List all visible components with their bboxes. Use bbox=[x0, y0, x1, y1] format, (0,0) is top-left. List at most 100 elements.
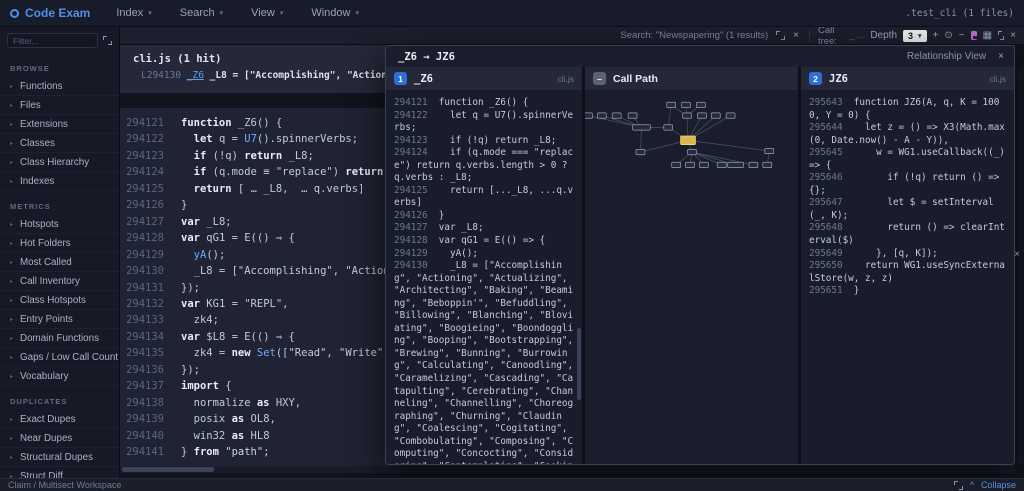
call-node[interactable] bbox=[688, 149, 697, 154]
collapse-button[interactable]: Collapse bbox=[981, 480, 1016, 490]
grid-icon[interactable]: ▦ bbox=[983, 31, 992, 41]
code-token: as bbox=[257, 397, 276, 409]
call-node[interactable] bbox=[696, 102, 705, 107]
right-scroll-track[interactable] bbox=[1017, 66, 1024, 464]
sidebar-item-domain-functions[interactable]: ▸Domain Functions bbox=[0, 329, 119, 348]
sidebar-item-indexes[interactable]: ▸Indexes bbox=[0, 172, 119, 191]
call-node[interactable] bbox=[749, 162, 758, 167]
call-node-highlighted[interactable] bbox=[681, 136, 696, 145]
code-token: new bbox=[232, 347, 257, 359]
editor-horizontal-scrollbar[interactable] bbox=[120, 466, 1015, 473]
result-function-link[interactable]: _Z6 bbox=[187, 70, 204, 81]
call-node[interactable] bbox=[672, 162, 681, 167]
close-search-icon[interactable]: × bbox=[793, 31, 799, 41]
pane-line-number: 295650 bbox=[809, 260, 854, 271]
sidebar-item-classes[interactable]: ▸Classes bbox=[0, 134, 119, 153]
sidebar-item-hot-folders[interactable]: ▸Hot Folders bbox=[0, 234, 119, 253]
caret-down-icon: ▾ bbox=[280, 9, 284, 17]
menu-index[interactable]: Index ▾ bbox=[116, 7, 151, 19]
filter-input[interactable] bbox=[7, 33, 98, 48]
call-node[interactable] bbox=[699, 162, 708, 167]
pane-line-number: 294121 bbox=[394, 97, 439, 108]
call-node[interactable] bbox=[711, 113, 720, 118]
call-node[interactable] bbox=[664, 125, 673, 130]
sidebar-section-title-browse: BROWSE bbox=[10, 64, 119, 73]
line-code: let q = U7().spinnerVerbs; bbox=[181, 131, 358, 147]
call-node[interactable] bbox=[726, 113, 735, 118]
sidebar-section-title-metrics: METRICS bbox=[10, 202, 119, 211]
call-node[interactable] bbox=[765, 148, 774, 153]
scrollbar-thumb[interactable] bbox=[122, 467, 214, 472]
call-node[interactable] bbox=[697, 113, 706, 118]
callpath-header[interactable]: – Call Path bbox=[585, 67, 798, 90]
relationship-columns: 1 _Z6 cli.js 294121 function _Z6() {2941… bbox=[386, 67, 1014, 464]
call-node[interactable] bbox=[585, 113, 592, 118]
sidebar-item-vocabulary[interactable]: ▸Vocabulary bbox=[0, 367, 119, 386]
call-node[interactable] bbox=[597, 113, 606, 118]
save-icon[interactable] bbox=[971, 31, 977, 40]
sidebar-item-hotspots[interactable]: ▸Hotspots bbox=[0, 215, 119, 234]
pane2-body[interactable]: 295643 function JZ6(A, q, K = 1000, Y = … bbox=[801, 90, 1014, 464]
zoom-out-icon[interactable]: − bbox=[959, 31, 965, 41]
call-node[interactable] bbox=[763, 162, 772, 167]
call-node[interactable] bbox=[683, 113, 692, 118]
line-number: 294135 bbox=[120, 345, 164, 361]
target-icon[interactable]: ⊙ bbox=[944, 31, 952, 41]
line-number: 294127 bbox=[120, 214, 164, 230]
zoom-in-icon[interactable]: + bbox=[933, 31, 939, 41]
pane2-header[interactable]: 2 JZ6 cli.js bbox=[801, 67, 1014, 90]
hidden-panel-close-icon[interactable]: × bbox=[1014, 249, 1020, 260]
sidebar-item-label: Near Dupes bbox=[20, 433, 72, 444]
callpath-body[interactable] bbox=[585, 90, 798, 464]
call-node[interactable] bbox=[717, 162, 726, 167]
workspace-status-label: Claim / Multisect Workspace bbox=[0, 480, 121, 490]
sidebar-item-most-called[interactable]: ▸Most Called bbox=[0, 253, 119, 272]
sidebar-item-struct-diff[interactable]: ▸Struct Diff bbox=[0, 467, 119, 478]
line-number: 294141 bbox=[120, 444, 164, 460]
sidebar-item-structural-dupes[interactable]: ▸Structural Dupes bbox=[0, 448, 119, 467]
pane-code-line: 294122 let q = U7().spinnerVerbs; bbox=[394, 110, 574, 135]
chevron-icon: ▸ bbox=[10, 83, 13, 90]
sidebar-item-functions[interactable]: ▸Functions bbox=[0, 77, 119, 96]
pane-line-number: 295647 bbox=[809, 197, 854, 208]
call-node[interactable] bbox=[636, 149, 645, 154]
pane1-body[interactable]: 294121 function _Z6() {294122 let q = U7… bbox=[386, 90, 582, 464]
call-path-graph[interactable] bbox=[585, 92, 798, 210]
chevron-icon: ▸ bbox=[10, 278, 13, 285]
sidebar-item-files[interactable]: ▸Files bbox=[0, 96, 119, 115]
close-calltree-icon[interactable]: × bbox=[1010, 31, 1016, 41]
call-node[interactable] bbox=[682, 102, 691, 107]
menu-window[interactable]: Window ▾ bbox=[311, 7, 359, 19]
pane1-scrollbar-thumb[interactable] bbox=[577, 328, 581, 400]
depth-select[interactable]: 3 ▾ bbox=[903, 30, 927, 42]
code-token: _L8; bbox=[289, 150, 314, 162]
sidebar-item-exact-dupes[interactable]: ▸Exact Dupes bbox=[0, 410, 119, 429]
call-node[interactable] bbox=[633, 125, 651, 130]
sidebar-item-entry-points[interactable]: ▸Entry Points bbox=[0, 310, 119, 329]
sidebar-item-near-dupes[interactable]: ▸Near Dupes bbox=[0, 429, 119, 448]
code-token: zk4; bbox=[181, 314, 219, 326]
line-number: 294130 bbox=[120, 263, 164, 279]
chevron-icon: ▸ bbox=[10, 221, 13, 228]
menu-view[interactable]: View ▾ bbox=[251, 7, 283, 19]
relationship-titlebar[interactable]: _Z6 → JZ6 Relationship View × bbox=[386, 46, 1014, 67]
call-node[interactable] bbox=[628, 113, 637, 118]
chevron-icon: ▸ bbox=[10, 454, 13, 461]
call-node[interactable] bbox=[612, 113, 621, 118]
app-logo[interactable]: Code Exam bbox=[0, 6, 100, 20]
expand-icon[interactable] bbox=[954, 481, 963, 490]
close-relationship-icon[interactable]: × bbox=[998, 52, 1004, 62]
refresh-icon[interactable] bbox=[103, 36, 112, 45]
pane1-header[interactable]: 1 _Z6 cli.js bbox=[386, 67, 582, 90]
expand-icon[interactable] bbox=[998, 31, 1004, 40]
call-node[interactable] bbox=[686, 162, 695, 167]
sidebar-item-call-inventory[interactable]: ▸Call Inventory bbox=[0, 272, 119, 291]
sidebar-item-class-hotspots[interactable]: ▸Class Hotspots bbox=[0, 291, 119, 310]
sidebar-item-extensions[interactable]: ▸Extensions bbox=[0, 115, 119, 134]
call-node[interactable] bbox=[728, 162, 744, 167]
call-node[interactable] bbox=[667, 102, 676, 107]
expand-icon[interactable] bbox=[776, 31, 785, 40]
menu-search[interactable]: Search ▾ bbox=[180, 7, 223, 19]
sidebar-item-gaps-low-call-count[interactable]: ▸Gaps / Low Call Count bbox=[0, 348, 119, 367]
sidebar-item-class-hierarchy[interactable]: ▸Class Hierarchy bbox=[0, 153, 119, 172]
